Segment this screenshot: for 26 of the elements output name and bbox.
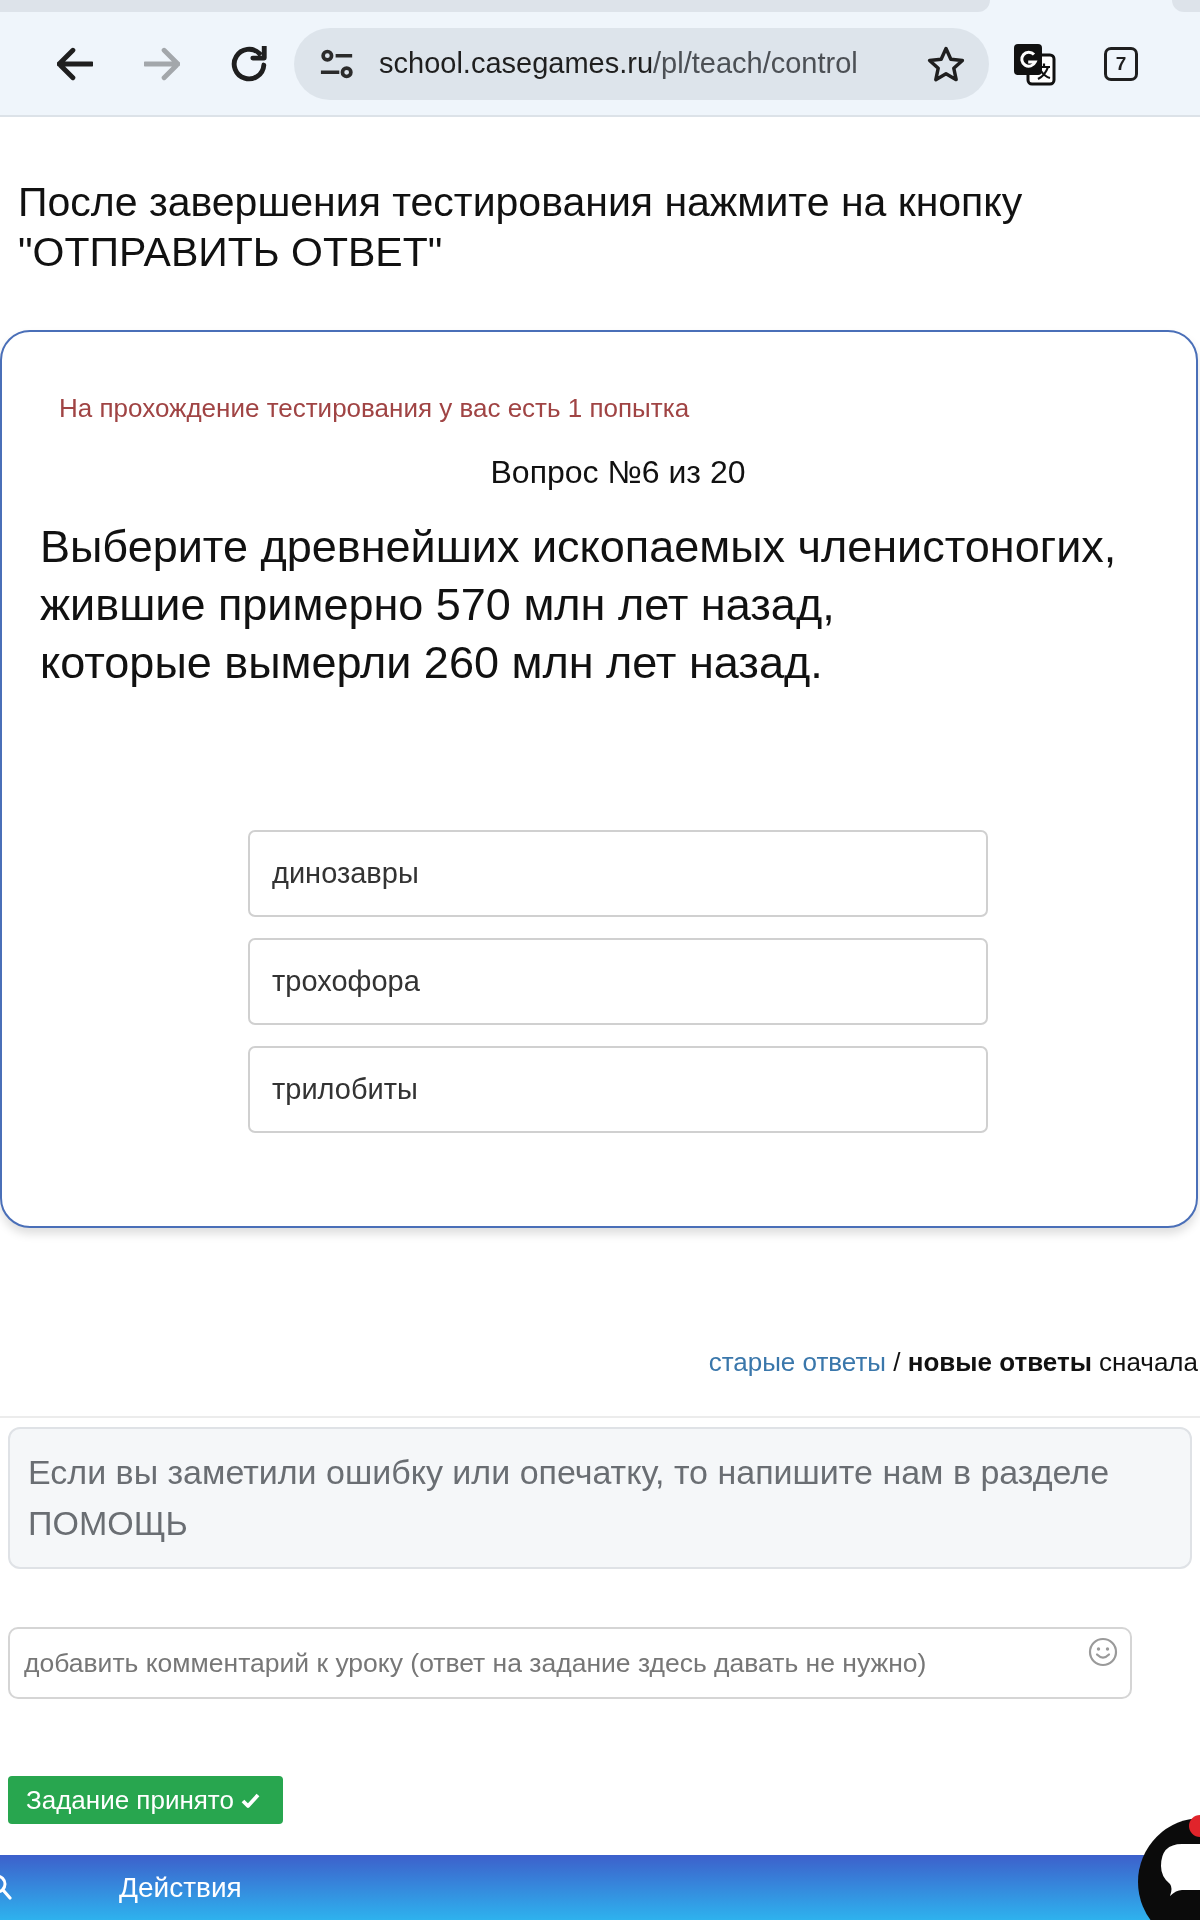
sort-link[interactable]: старые ответы bbox=[708, 1347, 887, 1377]
answer-option[interactable]: динозавры bbox=[248, 830, 988, 917]
tab-count-button[interactable]: 7 bbox=[1104, 46, 1138, 81]
sort-option[interactable]: новые ответы bbox=[907, 1347, 1092, 1377]
answer-option[interactable]: трохофора bbox=[248, 938, 988, 1025]
check-icon bbox=[240, 1791, 260, 1809]
reload-icon[interactable] bbox=[231, 45, 267, 82]
answer-option[interactable]: трилобиты bbox=[248, 1046, 988, 1133]
attempts-notice: На прохождение тестирования у вас есть 1 попытка bbox=[58, 392, 691, 425]
translate-icon[interactable] bbox=[1012, 41, 1056, 86]
search-icon[interactable] bbox=[0, 1872, 12, 1903]
separator-text: / bbox=[893, 1347, 901, 1377]
sort-suffix-text: сначала bbox=[1099, 1347, 1198, 1377]
smiley-icon[interactable] bbox=[1088, 1637, 1118, 1667]
actions-label[interactable]: Действия bbox=[119, 1871, 242, 1904]
address-bar[interactable]: school.casegames.ru/pl/teach/control bbox=[294, 27, 989, 100]
question-text: Выберите древнейших ископаемых членистоногих, жившие примерно 570 млн лет назад, которые вымерли 260 млн лет назад. bbox=[40, 520, 1118, 690]
question-counter: Вопрос №6 из 20 bbox=[489, 453, 747, 492]
instruction-text: После завершения тестирования нажмите на кнопку "ОТПРАВИТЬ ОТВЕТ" bbox=[17, 178, 1024, 277]
url-text: school.casegames.ru/pl/teach/control bbox=[379, 47, 859, 80]
feedback-notice: Если вы заметили ошибку или опечатку, то напишите нам в разделе ПОМОЩЬ bbox=[8, 1427, 1192, 1569]
comment-field[interactable]: добавить комментарий к уроку (ответ на задание здесь давать не нужно) bbox=[8, 1627, 1132, 1699]
chat-button[interactable] bbox=[1136, 1816, 1200, 1920]
tune-icon[interactable] bbox=[320, 48, 354, 79]
arrow-left-icon[interactable] bbox=[57, 45, 93, 82]
star-icon[interactable] bbox=[927, 45, 965, 82]
